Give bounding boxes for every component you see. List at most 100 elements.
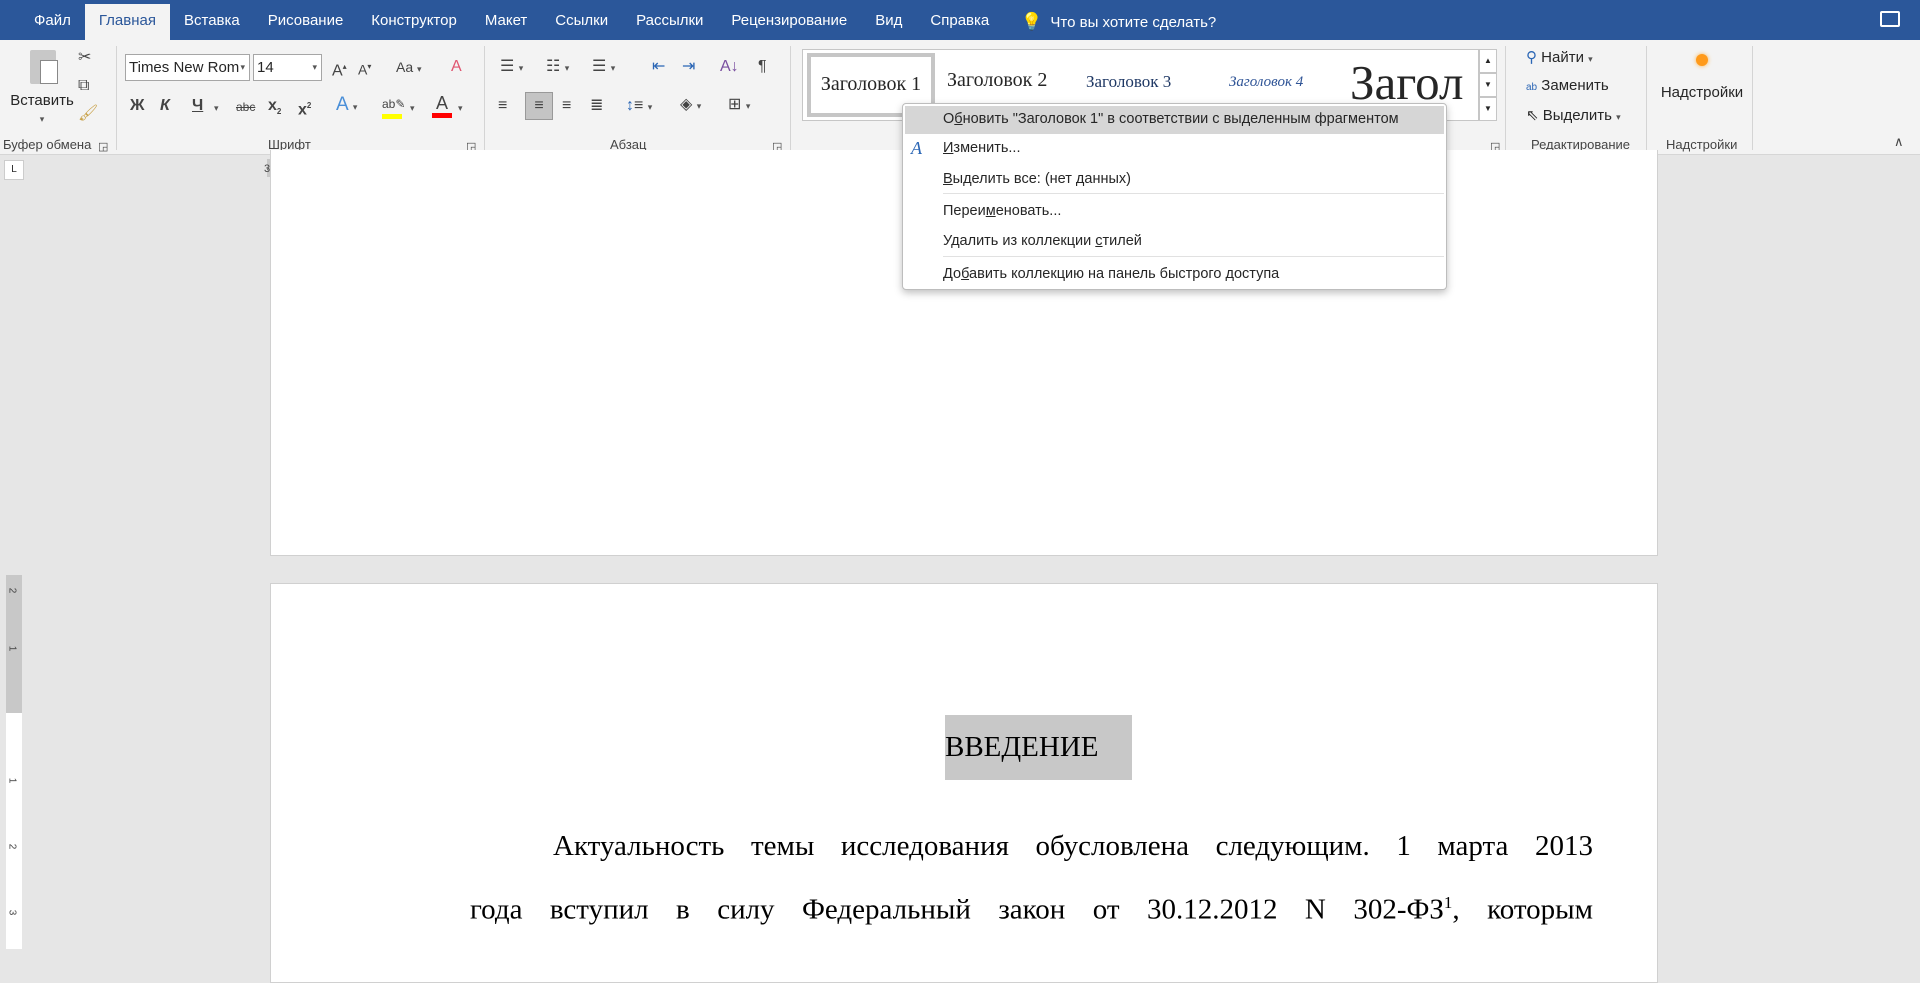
paragraph-line-2[interactable]: года вступил в силу Федеральный закон от… (470, 893, 1593, 927)
ribbon-tab-bar: Файл Главная Вставка Рисование Конструктор Ма… (0, 0, 1920, 40)
copy-icon[interactable]: ⧉ (78, 76, 89, 96)
comments-icon[interactable] (1880, 11, 1900, 27)
ruler-number: 1 (6, 645, 18, 652)
label: зменить... (953, 140, 1021, 156)
cut-icon[interactable]: ✂ (78, 48, 91, 68)
tab-8[interactable]: Рецензирование (717, 4, 861, 40)
tab-list: Файл Главная Вставка Рисование Конструктор Ма… (20, 4, 1003, 40)
mnemonic: с (1095, 233, 1103, 249)
superscript-icon[interactable]: x2 (298, 96, 311, 120)
chevron-down-icon[interactable]: ▾ (410, 98, 415, 118)
select-button[interactable]: ⇖ Выделить ▾ (1526, 106, 1621, 124)
cursor-icon: ⇖ (1526, 107, 1539, 124)
tell-me-search[interactable]: 💡 Что вы хотите сделать? (1021, 4, 1216, 40)
menu-item-3[interactable]: Переименовать... (943, 203, 1061, 219)
label: еновать... (995, 203, 1062, 219)
align-left-icon[interactable]: ≡ (498, 96, 507, 116)
style-heading-3[interactable]: Заголовок 3 (1086, 72, 1171, 92)
gallery-scroll-down[interactable]: ▼ (1479, 73, 1497, 97)
align-center-icon[interactable]: ≡ (525, 92, 553, 120)
replace-icon: ab (1526, 82, 1538, 93)
show-formatting-button[interactable]: ¶ (758, 57, 767, 77)
font-size-combobox[interactable]: 14 ▾ (253, 54, 322, 81)
label: О (943, 111, 955, 127)
format-painter-icon[interactable]: 🖌 (78, 104, 98, 124)
style-heading-4[interactable]: Заголовок 4 (1229, 74, 1303, 91)
shrink-font-icon[interactable]: A▾ (358, 57, 371, 80)
menu-item-5[interactable]: Добавить коллекцию на панель быстрого до… (943, 266, 1279, 282)
gallery-expand[interactable]: ▼ (1479, 97, 1497, 121)
ruler-tick (267, 167, 268, 170)
increase-indent-icon[interactable]: ⇥ (682, 57, 695, 77)
decrease-indent-icon[interactable]: ⇤ (652, 57, 665, 77)
chevron-down-icon: ▾ (240, 62, 245, 72)
grow-font-icon[interactable]: A▴ (332, 57, 347, 81)
tab-0[interactable]: Файл (20, 4, 85, 40)
text: года вступил в силу Федеральный закон от… (470, 893, 1444, 926)
paste-button[interactable]: Вставить ▾ (10, 46, 74, 128)
addins-icon (1696, 54, 1708, 66)
find-button[interactable]: ⚲ Найти ▾ (1526, 48, 1593, 66)
divider (484, 46, 485, 150)
gallery-scroll-up[interactable]: ▲ (1479, 49, 1497, 73)
tab-6[interactable]: Ссылки (541, 4, 622, 40)
style-context-menu: Обновить "Заголовок 1" в соответствии с … (902, 103, 1447, 290)
tab-1[interactable]: Главная (84, 4, 170, 40)
tab-10[interactable]: Справка (916, 4, 1003, 40)
tab-2[interactable]: Вставка (170, 4, 254, 40)
underline-button[interactable]: Ч (192, 96, 203, 116)
menu-item-0[interactable]: Обновить "Заголовок 1" в соответствии с … (943, 111, 1399, 127)
divider (1646, 46, 1647, 150)
highlight-icon[interactable]: ab✎ (382, 94, 405, 119)
vertical-ruler[interactable]: 2 1 1 2 3 (6, 575, 22, 949)
clear-formatting-icon[interactable]: A (451, 57, 462, 77)
tab-4[interactable]: Конструктор (357, 4, 471, 40)
font-name-combobox[interactable]: Times New Rom ▾ (125, 54, 250, 81)
subscript-icon[interactable]: x2 (268, 96, 281, 122)
mnemonic: В (943, 171, 953, 187)
menu-item-4[interactable]: Удалить из коллекции стилей (943, 233, 1142, 249)
tab-9[interactable]: Вид (861, 4, 916, 40)
justify-icon[interactable]: ≣ (590, 96, 603, 116)
font-name-value: Times New Rom (129, 59, 240, 76)
addins-button[interactable]: Надстройки (1656, 54, 1748, 101)
style-edit-icon: A (911, 138, 922, 158)
sort-icon[interactable]: A↓ (720, 57, 739, 77)
line-spacing-icon[interactable]: ↕≡ ▾ (626, 96, 652, 117)
tab-7[interactable]: Рассылки (622, 4, 717, 40)
tab-selector[interactable]: L (4, 160, 24, 180)
ruler-number: 2 (6, 843, 18, 850)
group-label-clipboard: Буфер обмена (3, 137, 92, 152)
bold-button[interactable]: Ж (130, 96, 144, 116)
borders-icon[interactable]: ⊞ ▾ (728, 95, 750, 116)
multilevel-list-icon[interactable]: ☰ ▾ (592, 57, 615, 78)
style-heading-2[interactable]: Заголовок 2 (947, 69, 1047, 92)
shading-icon[interactable]: ◈ ▾ (680, 95, 701, 116)
heading-introduction[interactable]: ВВЕДЕНИЕ (945, 715, 1132, 780)
mnemonic: б (961, 266, 970, 282)
italic-button[interactable]: К (160, 96, 170, 116)
chevron-down-icon[interactable]: ▾ (458, 98, 463, 118)
bullets-icon[interactable]: ☰ ▾ (500, 57, 523, 78)
document-page-2[interactable]: ВВЕДЕНИЕ Актуальность темы исследования … (270, 583, 1658, 983)
numbering-icon[interactable]: ☷ ▾ (546, 57, 569, 78)
mnemonic: б (954, 111, 963, 127)
tab-3[interactable]: Рисование (254, 4, 358, 40)
divider (1505, 46, 1506, 150)
tell-me-text: Что вы хотите сделать? (1050, 13, 1217, 31)
chevron-down-icon[interactable]: ▾ (214, 98, 219, 118)
align-right-icon[interactable]: ≡ (562, 96, 571, 116)
dialog-launcher-icon[interactable]: ◲ (98, 137, 108, 157)
ruler-number: 2 (6, 587, 18, 594)
menu-item-1[interactable]: Изменить... (943, 140, 1021, 156)
font-color-icon[interactable]: A (432, 93, 452, 118)
replace-button[interactable]: ab Заменить (1526, 77, 1609, 94)
text-effects-icon[interactable]: A ▾ (336, 95, 357, 117)
change-case-icon[interactable]: Aa ▾ (396, 57, 422, 79)
menu-item-2[interactable]: Выделить все: (нет данных) (943, 171, 1131, 187)
collapse-ribbon-icon[interactable]: ∧ (1894, 132, 1904, 152)
strikethrough-button[interactable]: abc (236, 97, 255, 117)
ruler-number: 1 (6, 777, 18, 784)
paragraph-line-1[interactable]: Актуальность темы исследования обусловле… (553, 830, 1593, 863)
tab-5[interactable]: Макет (471, 4, 541, 40)
